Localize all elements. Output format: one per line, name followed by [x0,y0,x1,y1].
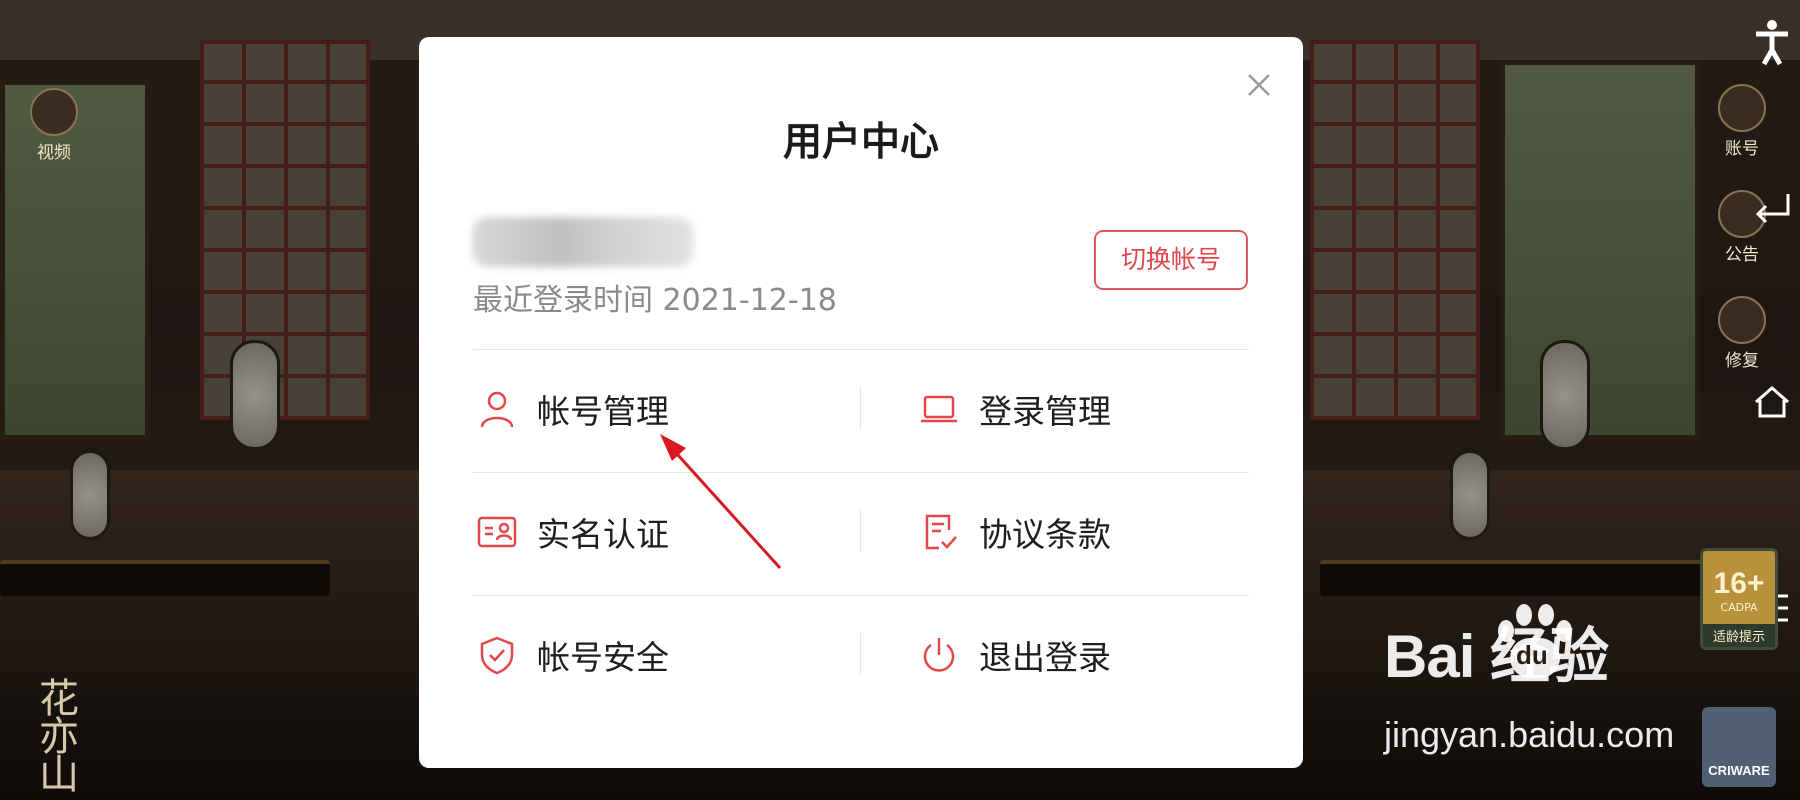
switch-account-button[interactable]: 切换帐号 [1094,230,1248,290]
id-card-icon [477,512,517,552]
vertical-divider [860,387,861,429]
video-label: 视频 [37,143,71,163]
real-name-verification-item[interactable]: 实名认证 [477,504,669,560]
user-icon [477,389,517,429]
terms-agreement-label: 协议条款 [979,515,1111,554]
age-rating-badge: 16+ CADPA 适龄提示 [1700,548,1778,650]
logout-item[interactable]: 退出登录 [919,627,1111,683]
document-check-icon [919,512,959,552]
close-icon [1248,74,1270,96]
baidu-paw-icon: du [1490,600,1580,680]
dialog-title: 用户中心 [782,120,939,165]
logout-label: 退出登录 [979,638,1111,677]
last-login-time: 最近登录时间 2021-12-18 [473,283,837,318]
criware-logo: CRIWARE [1702,707,1776,787]
home-icon[interactable] [1752,384,1792,420]
user-center-dialog: 用户中心 最近登录时间 2021-12-18 切换帐号 帐号管理 登录管理 实名… [419,37,1303,768]
account-side-label: 账号 [1725,139,1759,159]
game-title-mark: 花亦山 [39,676,79,798]
account-security-label: 帐号安全 [537,638,669,677]
repair-icon [1718,296,1766,344]
baidu-watermark-url: jingyan.baidu.com [1384,714,1675,755]
vertical-divider [860,633,861,675]
power-icon [919,635,959,675]
baidu-du-text: du [1516,640,1548,670]
back-icon[interactable] [1752,190,1792,226]
horse-icon [1718,84,1766,132]
laptop-icon [919,389,959,429]
video-button[interactable]: 视频 [24,88,84,163]
accessibility-icon[interactable] [1752,18,1792,66]
age-rating-tip: 适龄提示 [1703,624,1775,647]
age-rating-number: 16+ [1713,567,1765,600]
account-security-item[interactable]: 帐号安全 [477,627,669,683]
real-name-verification-label: 实名认证 [537,515,669,554]
account-management-item[interactable]: 帐号管理 [477,381,669,437]
shield-check-icon [477,635,517,675]
divider [473,349,1249,350]
terms-agreement-item[interactable]: 协议条款 [919,504,1111,560]
divider [473,595,1249,596]
login-management-label: 登录管理 [979,392,1111,431]
divider [473,472,1249,473]
age-rating-org: CADPA [1720,601,1758,614]
notice-side-label: 公告 [1725,245,1759,265]
blurred-account-name [472,217,694,267]
repair-side-label: 修复 [1725,351,1759,371]
video-icon [30,88,78,136]
vertical-divider [860,510,861,552]
account-side-button[interactable]: 账号 [1712,84,1772,159]
account-management-label: 帐号管理 [537,392,669,431]
close-button[interactable] [1241,67,1277,103]
repair-side-button[interactable]: 修复 [1712,296,1772,371]
login-management-item[interactable]: 登录管理 [919,381,1111,437]
